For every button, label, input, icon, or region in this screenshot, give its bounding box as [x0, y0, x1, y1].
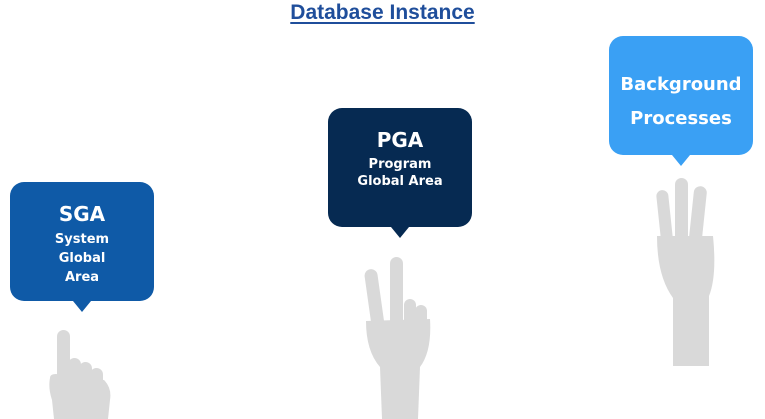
sga-bubble: SGA System Global Area: [10, 182, 154, 312]
diagram-title: Database Instance: [290, 1, 475, 24]
pga-subtitle: Program Global Area: [357, 157, 443, 189]
pga-bubble: PGA Program Global Area: [328, 108, 472, 238]
background-processes-heading: Background Processes: [620, 74, 742, 129]
sga-bubble-tail: [73, 301, 91, 312]
two-finger-hand-icon: [364, 257, 431, 419]
background-processes-bubble-tail: [672, 155, 690, 166]
sga-subtitle: System Global Area: [54, 232, 110, 285]
one-finger-hand-icon: [49, 330, 111, 419]
sga-heading: SGA: [58, 202, 106, 226]
three-finger-hand-icon: [656, 178, 715, 366]
background-processes-bubble: Background Processes: [609, 36, 753, 166]
pga-heading: PGA: [376, 128, 424, 152]
pga-bubble-tail: [391, 227, 409, 238]
